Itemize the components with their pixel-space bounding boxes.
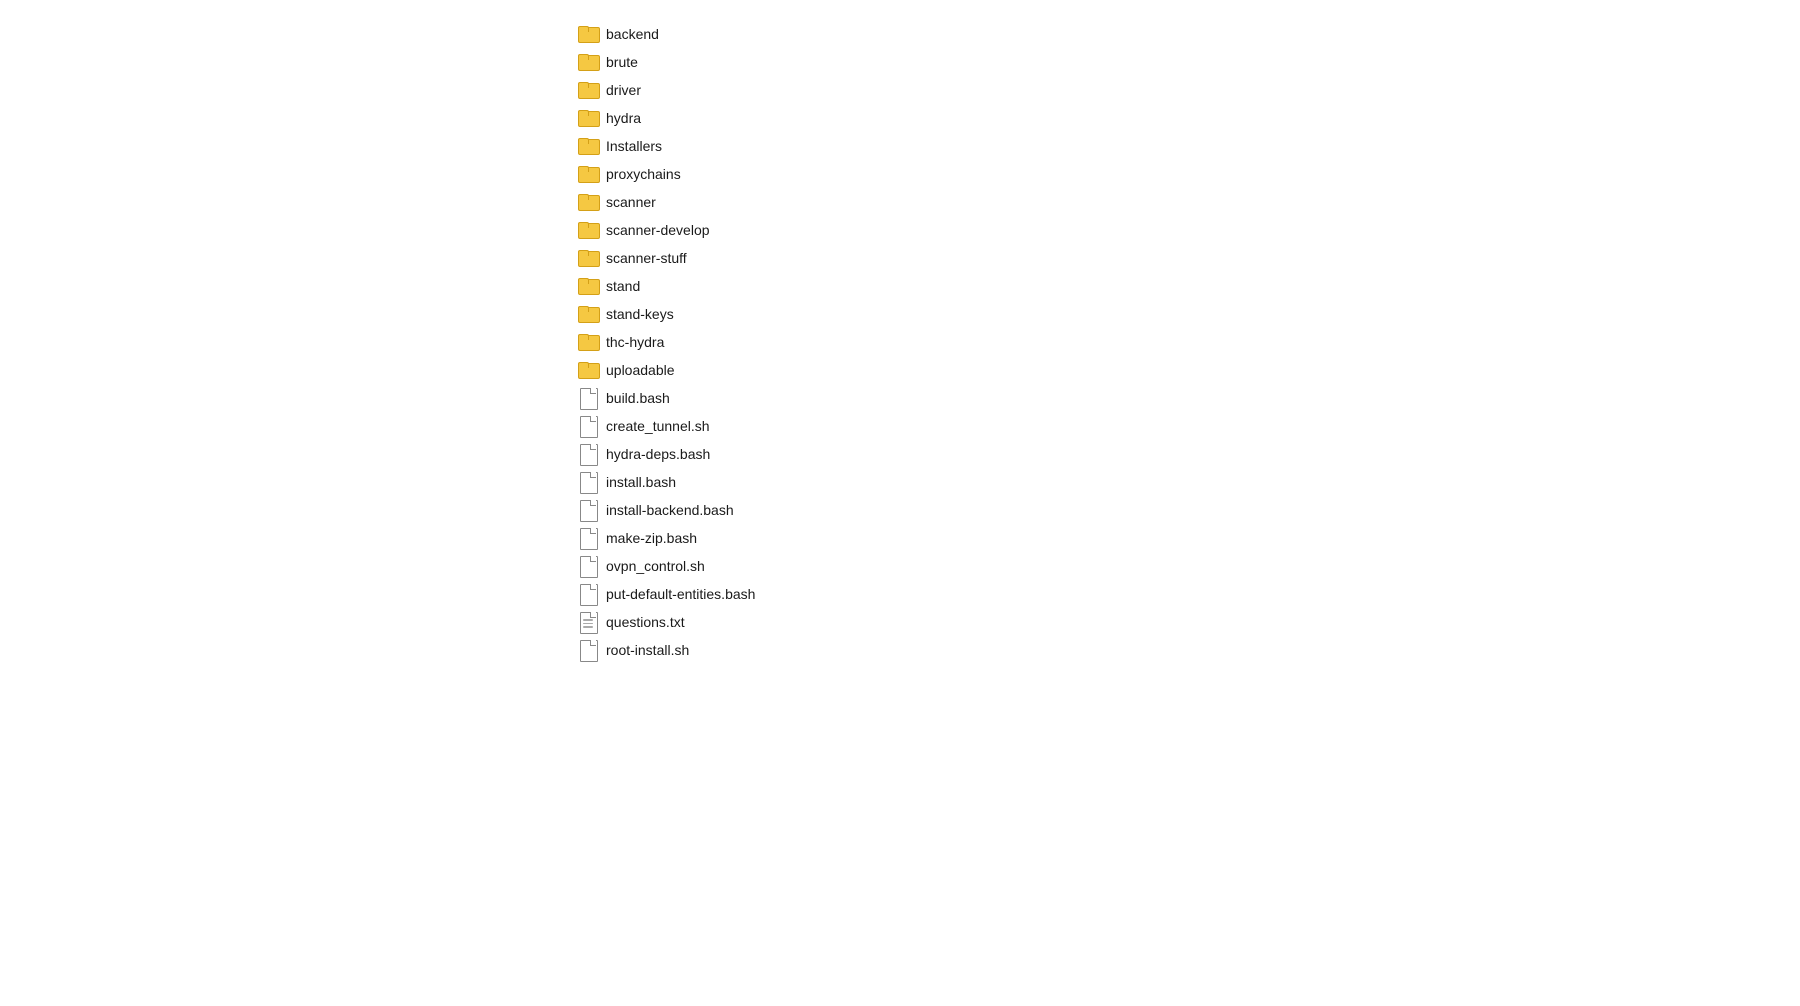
- file-name-label: install-backend.bash: [606, 502, 734, 518]
- file-name-label: create_tunnel.sh: [606, 418, 710, 434]
- file-list: backend brute driver hydra Installers proxych…: [0, 0, 1800, 684]
- file-name-label: stand: [606, 278, 640, 294]
- list-item[interactable]: scanner-stuff: [570, 244, 1800, 272]
- list-item[interactable]: proxychains: [570, 160, 1800, 188]
- list-item[interactable]: uploadable: [570, 356, 1800, 384]
- file-name-label: proxychains: [606, 166, 681, 182]
- folder-icon: [578, 248, 598, 268]
- folder-icon: [578, 276, 598, 296]
- file-icon: [578, 444, 598, 464]
- folder-icon: [578, 192, 598, 212]
- list-item[interactable]: scanner-develop: [570, 216, 1800, 244]
- list-item[interactable]: build.bash: [570, 384, 1800, 412]
- file-name-label: questions.txt: [606, 614, 685, 630]
- list-item[interactable]: put-default-entities.bash: [570, 580, 1800, 608]
- list-item[interactable]: ovpn_control.sh: [570, 552, 1800, 580]
- list-item[interactable]: install.bash: [570, 468, 1800, 496]
- list-item[interactable]: brute: [570, 48, 1800, 76]
- list-item[interactable]: stand: [570, 272, 1800, 300]
- file-name-label: scanner: [606, 194, 656, 210]
- folder-icon: [578, 108, 598, 128]
- file-name-label: backend: [606, 26, 659, 42]
- list-item[interactable]: stand-keys: [570, 300, 1800, 328]
- file-name-label: driver: [606, 82, 641, 98]
- file-name-label: ovpn_control.sh: [606, 558, 705, 574]
- file-icon: [578, 528, 598, 548]
- txt-file-icon: [578, 612, 598, 632]
- list-item[interactable]: Installers: [570, 132, 1800, 160]
- file-name-label: put-default-entities.bash: [606, 586, 755, 602]
- file-name-label: stand-keys: [606, 306, 674, 322]
- file-icon: [578, 584, 598, 604]
- list-item[interactable]: make-zip.bash: [570, 524, 1800, 552]
- folder-icon: [578, 164, 598, 184]
- folder-icon: [578, 220, 598, 240]
- file-icon: [578, 472, 598, 492]
- list-item[interactable]: create_tunnel.sh: [570, 412, 1800, 440]
- folder-icon: [578, 136, 598, 156]
- file-name-label: hydra: [606, 110, 641, 126]
- file-name-label: build.bash: [606, 390, 670, 406]
- list-item[interactable]: thc-hydra: [570, 328, 1800, 356]
- file-name-label: scanner-develop: [606, 222, 710, 238]
- list-item[interactable]: root-install.sh: [570, 636, 1800, 664]
- list-item[interactable]: install-backend.bash: [570, 496, 1800, 524]
- file-name-label: install.bash: [606, 474, 676, 490]
- file-icon: [578, 388, 598, 408]
- list-item[interactable]: scanner: [570, 188, 1800, 216]
- file-icon: [578, 556, 598, 576]
- file-name-label: root-install.sh: [606, 642, 689, 658]
- folder-icon: [578, 52, 598, 72]
- folder-icon: [578, 80, 598, 100]
- folder-icon: [578, 360, 598, 380]
- file-name-label: hydra-deps.bash: [606, 446, 710, 462]
- list-item[interactable]: driver: [570, 76, 1800, 104]
- file-icon: [578, 500, 598, 520]
- list-item[interactable]: hydra-deps.bash: [570, 440, 1800, 468]
- folder-icon: [578, 304, 598, 324]
- file-icon: [578, 640, 598, 660]
- list-item[interactable]: hydra: [570, 104, 1800, 132]
- file-name-label: Installers: [606, 138, 662, 154]
- folder-icon: [578, 24, 598, 44]
- file-name-label: make-zip.bash: [606, 530, 697, 546]
- folder-icon: [578, 332, 598, 352]
- list-item[interactable]: backend: [570, 20, 1800, 48]
- file-icon: [578, 416, 598, 436]
- file-name-label: brute: [606, 54, 638, 70]
- list-item[interactable]: questions.txt: [570, 608, 1800, 636]
- file-name-label: thc-hydra: [606, 334, 664, 350]
- file-name-label: scanner-stuff: [606, 250, 687, 266]
- file-name-label: uploadable: [606, 362, 675, 378]
